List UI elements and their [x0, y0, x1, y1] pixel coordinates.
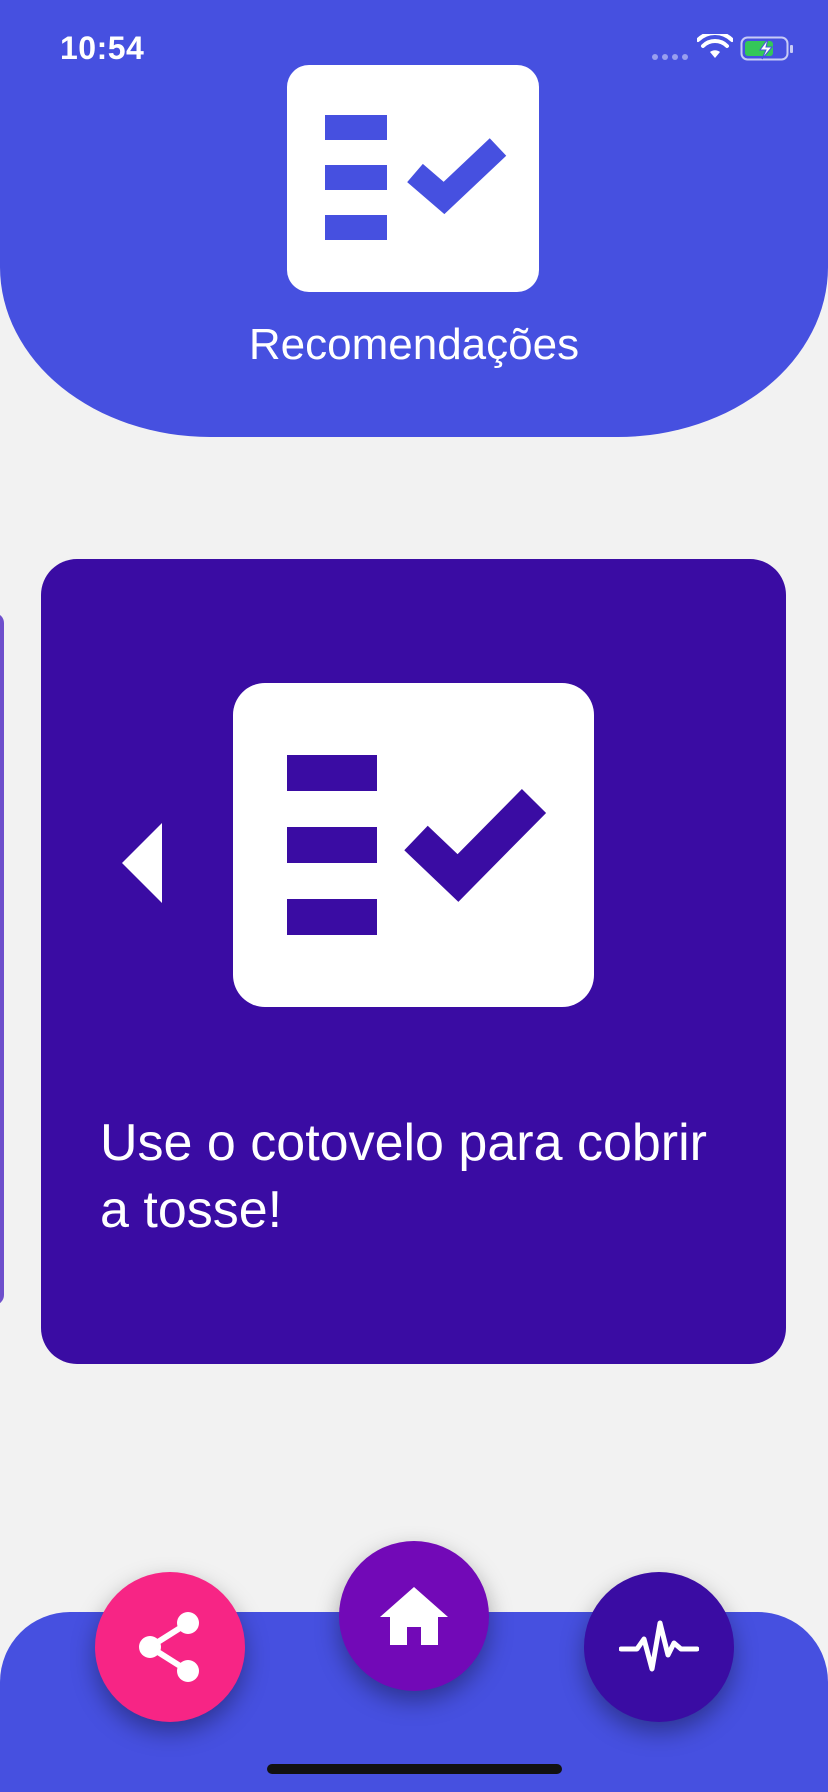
status-time: 10:54: [60, 30, 145, 66]
home-button[interactable]: [339, 1541, 489, 1691]
pulse-icon: [619, 1620, 699, 1672]
pulse-button[interactable]: [584, 1572, 734, 1722]
chevron-left-icon[interactable]: [122, 823, 162, 903]
header-banner: 10:54 Recomendações: [0, 0, 828, 437]
previous-card-peek[interactable]: [0, 613, 4, 1305]
home-icon: [380, 1587, 448, 1645]
page-title: Recomendações: [248, 320, 580, 369]
checklist-icon: [287, 65, 539, 292]
wifi-icon: [697, 34, 733, 58]
recommendation-text: Use o cotovelo para cobrir a tosse!: [100, 1114, 707, 1239]
battery-charging-icon: [740, 36, 793, 61]
home-indicator: [267, 1764, 562, 1774]
share-button[interactable]: [95, 1572, 245, 1722]
share-icon: [139, 1612, 199, 1682]
checklist-icon: [233, 683, 594, 1007]
cellular-signal-icon: [652, 54, 688, 60]
